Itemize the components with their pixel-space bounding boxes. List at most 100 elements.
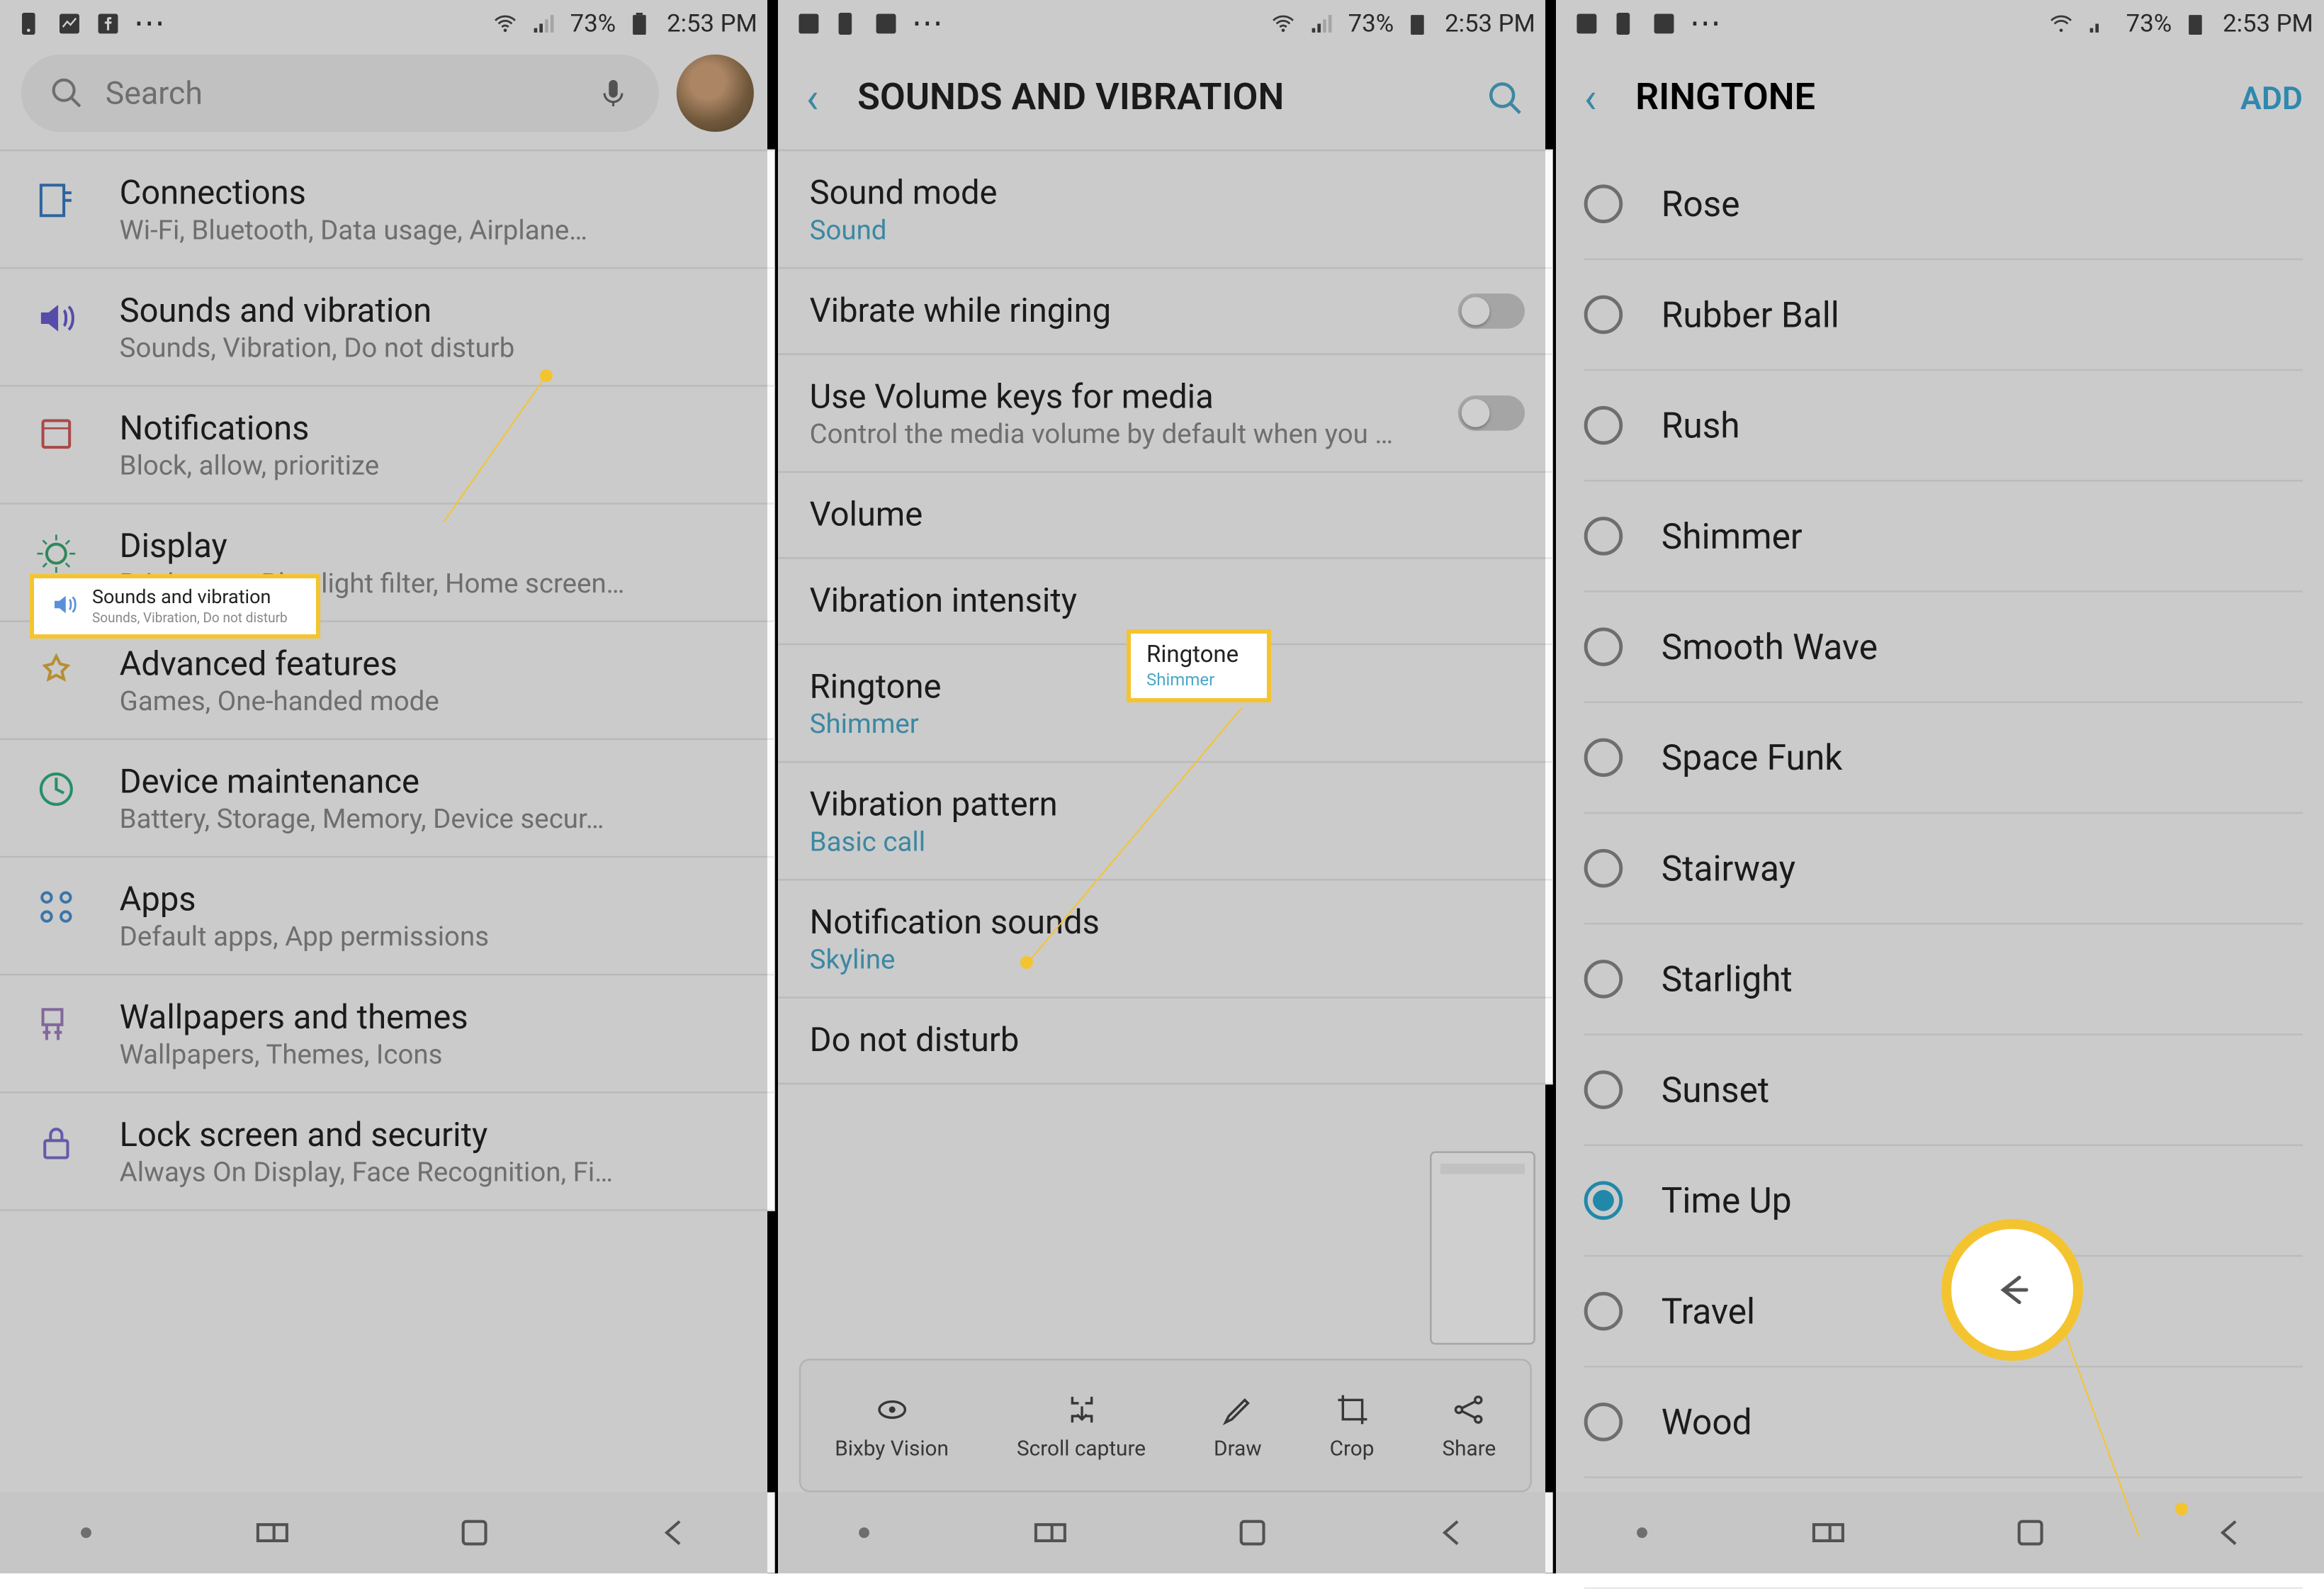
row-sub: Wi-Fi, Bluetooth, Data usage, Airplane… [120,215,747,247]
screenshot-thumbnail[interactable] [1430,1151,1535,1344]
home-icon[interactable] [454,1513,493,1552]
ringtone-list[interactable]: Rose Rubber BallRush Shimmer Smooth WaveSpa… [1556,150,2324,1589]
settings-row-maintenance[interactable]: Device maintenanceBattery, Storage, Memo… [0,740,775,858]
add-button[interactable]: ADD [2240,80,2303,117]
ringtone-option[interactable]: Starlight [1584,924,2303,1035]
radio[interactable] [1584,849,1623,888]
settings-row-connections[interactable]: ConnectionsWi-Fi, Bluetooth, Data usage,… [0,150,775,269]
sounds-row[interactable]: Vibrate while ringing [778,269,1553,355]
settings-row-wallpapers[interactable]: Wallpapers and themesWallpapers, Themes,… [0,975,775,1093]
ringtone-option[interactable]: Rubber Ball [1584,260,2303,371]
radio[interactable] [1584,1403,1623,1442]
search-icon[interactable] [1486,79,1525,118]
nav-bar [1556,1493,2324,1573]
recent-apps-icon[interactable] [1032,1513,1071,1552]
settings-row-lock[interactable]: Lock screen and securityAlways On Displa… [0,1094,775,1211]
tool-scroll-capture[interactable]: Scroll capture [1017,1391,1146,1461]
row-title: Volume [810,494,1525,534]
settings-list[interactable]: ConnectionsWi-Fi, Bluetooth, Data usage,… [0,150,775,1211]
ringtone-option[interactable]: Shimmer [1584,482,2303,593]
battery-icon [1406,11,1432,37]
annotation-dot [2175,1503,2188,1515]
sounds-row[interactable]: Volume [778,473,1553,559]
back-icon[interactable] [2211,1513,2250,1552]
settings-row-sound[interactable]: Sounds and vibrationSounds, Vibration, D… [0,269,775,386]
row-sub: Sound [810,215,1525,247]
ringtone-label: Rose [1662,183,1740,225]
ringtone-option[interactable]: Smooth Wave [1584,593,2303,703]
more-icon [133,5,165,42]
mic-icon[interactable] [596,76,631,111]
ringtone-option[interactable]: Wood [1584,1367,2303,1478]
callout-title: Ringtone [1146,641,1239,668]
row-sub: Default apps, App permissions [120,921,747,953]
callout-sounds: Sounds and vibration Sounds, Vibration, … [30,574,320,639]
radio[interactable] [1584,627,1623,666]
back-icon[interactable]: ‹ [1584,74,1597,123]
home-icon[interactable] [1232,1513,1271,1552]
tool-share[interactable]: Share [1442,1391,1496,1461]
back-icon[interactable] [655,1513,694,1552]
back-icon[interactable] [1433,1513,1472,1552]
status-icon [56,11,82,37]
ringtone-option[interactable]: Stairway [1584,814,2303,924]
row-title: Apps [120,879,747,919]
tool-crop[interactable]: Crop [1330,1391,1375,1461]
sounds-row[interactable]: Do not disturb [778,999,1553,1085]
radio[interactable] [1584,1181,1623,1220]
ringtone-option[interactable]: Time Up [1584,1146,2303,1257]
recent-apps-icon[interactable] [254,1513,293,1552]
settings-row-notifications[interactable]: NotificationsBlock, allow, prioritize [0,387,775,505]
row-sub: Skyline [810,944,1525,976]
settings-row-advanced[interactable]: Advanced featuresGames, One-handed mode [0,622,775,740]
ringtone-label: Starlight [1662,958,1793,1001]
radio[interactable] [1584,406,1623,445]
ringtone-option[interactable]: Rose [1584,150,2303,260]
row-title: Use Volume keys for media [810,376,1402,417]
annotation-dot [540,369,553,382]
search-icon [49,76,84,111]
ringtone-option[interactable]: Rush [1584,371,2303,481]
radio[interactable] [1584,739,1623,777]
search-input[interactable]: Search [21,55,659,132]
row-sub: Battery, Storage, Memory, Device secur… [120,803,747,835]
callout-ringtone: Ringtone Shimmer [1127,629,1271,702]
recent-apps-icon[interactable] [1810,1513,1849,1552]
back-icon[interactable]: ‹ [806,74,819,123]
row-sub: Sounds, Vibration, Do not disturb [120,332,747,364]
row-sub: Basic call [810,826,1525,858]
ringtone-option[interactable]: Sunset [1584,1035,2303,1146]
sounds-list[interactable]: Sound modeSoundVibrate while ringingUse … [778,150,1553,1084]
nav-dot [81,1527,91,1538]
status-bar: 73% 2:53 PM [1556,0,2324,47]
ringtone-option[interactable]: Space Funk [1584,703,2303,814]
radio[interactable] [1584,296,1623,335]
screenshot-toolbar[interactable]: Bixby Vision Scroll capture Draw Crop Share [799,1359,1532,1492]
radio[interactable] [1584,1070,1623,1109]
toggle[interactable] [1458,293,1525,329]
radio[interactable] [1584,517,1623,556]
sounds-row[interactable]: Use Volume keys for mediaControl the med… [778,355,1553,473]
toggle[interactable] [1458,395,1525,431]
home-icon[interactable] [2010,1513,2049,1552]
ringtone-label: Wood [1662,1401,1752,1444]
clock-text: 2:53 PM [667,10,757,38]
tool-bixby-vision[interactable]: Bixby Vision [835,1391,949,1461]
row-title: Vibration intensity [810,580,1525,620]
radio[interactable] [1584,1292,1623,1331]
sounds-row[interactable]: Notification soundsSkyline [778,880,1553,998]
status-icon [796,11,822,37]
radio[interactable] [1584,184,1623,223]
avatar[interactable] [677,55,754,132]
battery-text: 73% [570,10,616,38]
ringtone-label: Stairway [1662,847,1795,889]
sounds-row[interactable]: Vibration patternBasic call [778,763,1553,880]
sounds-row[interactable]: Sound modeSound [778,150,1553,269]
row-title: Notifications [120,408,747,448]
row-sub: Games, One-handed mode [120,685,747,717]
ringtone-label: Shimmer [1662,515,1803,558]
signal-icon [1309,11,1336,37]
tool-draw[interactable]: Draw [1214,1391,1262,1461]
settings-row-apps[interactable]: AppsDefault apps, App permissions [0,858,775,975]
radio[interactable] [1584,960,1623,999]
